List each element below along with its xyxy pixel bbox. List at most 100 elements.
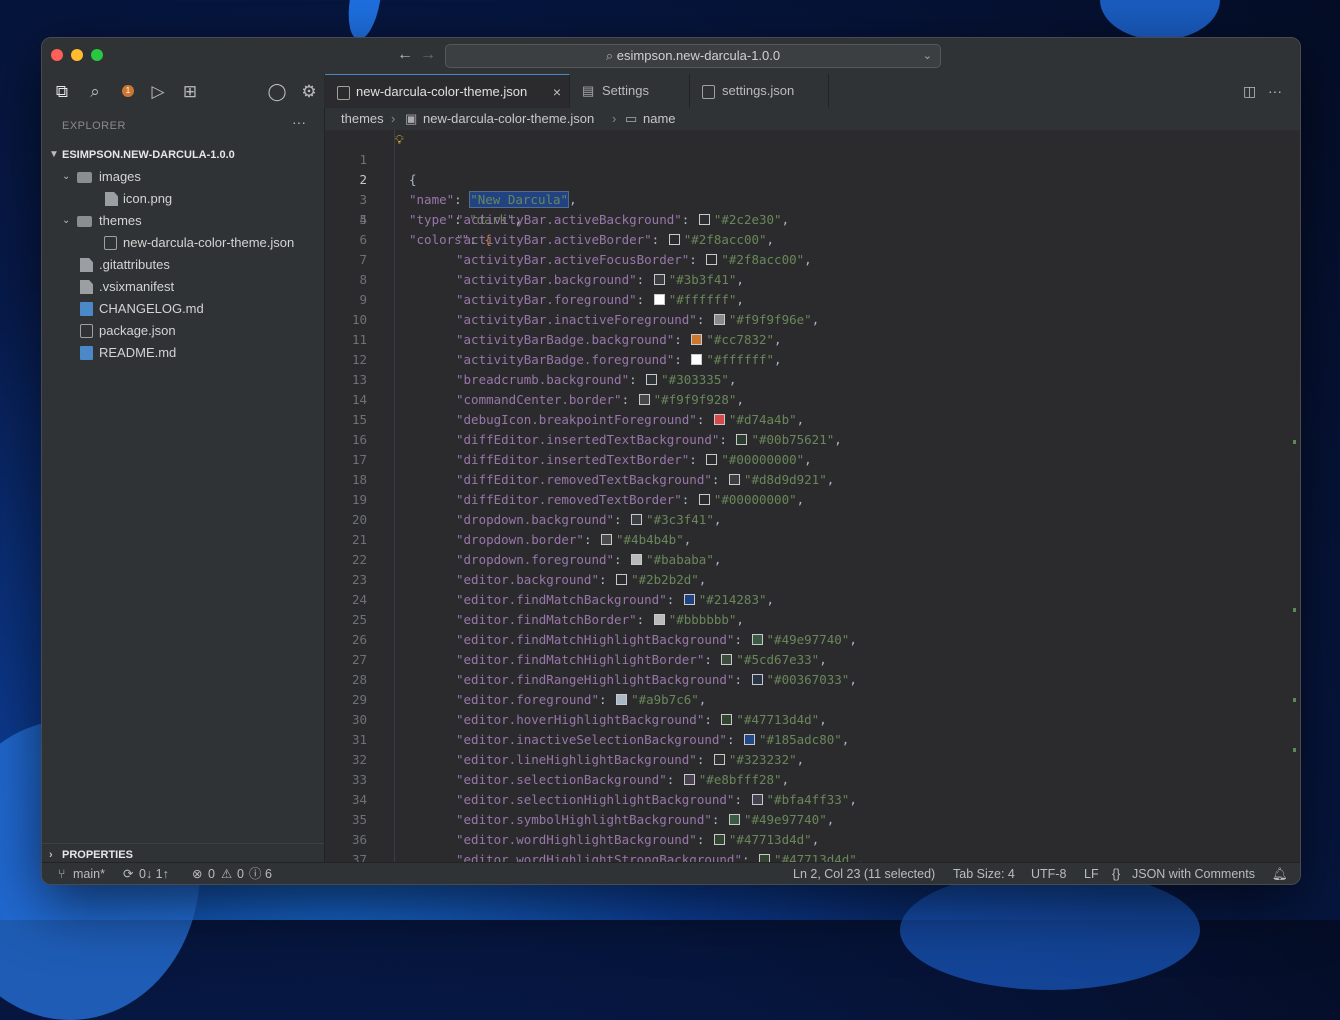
json-key: "editor.symbolHighlightBackground" <box>456 812 712 827</box>
json-value: "#cc7832" <box>706 332 775 347</box>
tree-item-readme[interactable]: README.md <box>42 342 324 364</box>
color-swatch[interactable] <box>713 314 725 325</box>
color-swatch[interactable] <box>728 474 740 485</box>
tab-settings[interactable]: ▤ Settings <box>570 74 690 108</box>
color-swatch[interactable] <box>713 834 725 845</box>
close-window-button[interactable] <box>51 49 63 61</box>
line-number: 6 <box>359 232 367 247</box>
more-actions-icon[interactable]: ··· <box>1268 83 1282 99</box>
file-icon <box>80 280 93 294</box>
color-swatch[interactable] <box>721 714 733 725</box>
tab-size[interactable]: Tab Size: 4 <box>953 863 1015 884</box>
warning-count[interactable]: 0 <box>237 863 244 884</box>
color-swatch[interactable] <box>668 234 680 245</box>
json-key: "dropdown.background" <box>456 512 615 527</box>
line-number: 28 <box>351 672 367 687</box>
tree-item-label: themes <box>99 213 142 228</box>
maximize-window-button[interactable] <box>91 49 103 61</box>
color-swatch[interactable] <box>616 694 628 705</box>
color-swatch[interactable] <box>691 334 703 345</box>
color-swatch[interactable] <box>698 494 710 505</box>
tree-item-vsixmanifest[interactable]: .vsixmanifest <box>42 276 324 298</box>
color-swatch[interactable] <box>728 814 740 825</box>
tab-bar: new-darcula-color-theme.json × ▤ Setting… <box>325 74 1300 109</box>
run-debug-icon[interactable]: ▷ <box>148 82 168 102</box>
code-editor[interactable]: 1 { 💡︎ 2 "name": "New Darcula", 3 "type"… <box>325 130 1300 865</box>
color-swatch[interactable] <box>646 374 658 385</box>
forward-arrow-icon[interactable]: → <box>420 46 436 64</box>
more-actions-icon[interactable]: ··· <box>292 114 306 130</box>
back-arrow-icon[interactable]: ← <box>397 46 413 64</box>
tab-settings-json[interactable]: settings.json <box>690 74 829 108</box>
chevron-right-icon: › <box>391 111 396 126</box>
code-text: "activityBar.foreground": "#ffffff", <box>456 292 744 307</box>
split-editor-icon[interactable]: ◫ <box>1243 83 1256 100</box>
breadcrumb-item[interactable]: name <box>643 108 676 130</box>
cursor-position[interactable]: Ln 2, Col 23 (11 selected) <box>793 863 935 884</box>
line-number: 14 <box>351 392 367 407</box>
tree-item-package-json[interactable]: package.json <box>42 320 324 342</box>
sync-status[interactable]: 0↓ 1↑ <box>139 863 169 884</box>
color-swatch[interactable] <box>653 274 665 285</box>
tree-item-theme-json[interactable]: new-darcula-color-theme.json <box>42 232 324 254</box>
color-swatch[interactable] <box>638 394 650 405</box>
color-swatch[interactable] <box>706 254 718 265</box>
search-view-icon[interactable]: ⌕ <box>85 82 105 102</box>
scrollbar-marker <box>1293 440 1296 444</box>
breadcrumb-item[interactable]: new-darcula-color-theme.json <box>423 108 594 130</box>
json-value: "#2f8acc00" <box>683 232 767 247</box>
code-text: "editor.findMatchHighlightBorder": "#5cd… <box>456 652 827 667</box>
code-text: "diffEditor.insertedTextBorder": "#00000… <box>456 452 812 467</box>
tab-theme-json[interactable]: new-darcula-color-theme.json × <box>325 74 570 108</box>
color-swatch[interactable] <box>736 434 748 445</box>
title-bar: ← → ⌕ esimpson.new-darcula-1.0.0 ⌄ <box>42 38 1300 75</box>
end-of-line[interactable]: LF <box>1084 863 1099 884</box>
close-icon[interactable]: × <box>553 75 561 109</box>
color-swatch[interactable] <box>751 634 763 645</box>
tree-item-icon-png[interactable]: icon.png <box>42 188 324 210</box>
breadcrumb-item[interactable]: themes <box>341 108 384 130</box>
color-swatch[interactable] <box>631 554 643 565</box>
color-swatch[interactable] <box>601 534 612 545</box>
color-swatch[interactable] <box>653 294 665 305</box>
color-swatch[interactable] <box>653 614 665 625</box>
color-swatch[interactable] <box>616 574 628 585</box>
bell-icon[interactable]: 🔔︎ <box>1272 863 1288 884</box>
color-swatch[interactable] <box>751 674 763 685</box>
error-count[interactable]: 0 <box>208 863 215 884</box>
color-swatch[interactable] <box>751 794 763 805</box>
color-swatch[interactable] <box>706 454 718 465</box>
lightbulb-icon[interactable]: 💡︎ <box>395 130 404 150</box>
color-swatch[interactable] <box>713 754 725 765</box>
tree-item-label: package.json <box>99 323 176 338</box>
color-swatch[interactable] <box>721 654 733 665</box>
workspace-root[interactable]: ▼ ESIMPSON.NEW-DARCULA-1.0.0 <box>42 144 324 166</box>
color-swatch[interactable] <box>698 214 710 225</box>
code-line: 3 "type": "dark", <box>325 170 521 227</box>
color-swatch[interactable] <box>691 354 703 365</box>
code-text: "activityBar.background": "#3b3f41", <box>456 272 744 287</box>
branch-status[interactable]: main* <box>73 863 105 884</box>
color-swatch[interactable] <box>744 734 755 745</box>
command-center[interactable]: ⌕ esimpson.new-darcula-1.0.0 ⌄ <box>445 44 941 68</box>
tree-item-themes[interactable]: ⌄ themes <box>42 210 324 232</box>
info-count[interactable]: 6 <box>265 863 272 884</box>
account-icon[interactable]: ◯ <box>267 82 287 102</box>
tree-item-changelog[interactable]: CHANGELOG.md <box>42 298 324 320</box>
color-swatch[interactable] <box>631 514 643 525</box>
json-value: "#00000000" <box>713 492 797 507</box>
gear-icon[interactable]: ⚙ <box>299 82 319 102</box>
chevron-down-icon[interactable]: ⌄ <box>923 45 932 67</box>
color-swatch[interactable] <box>683 774 695 785</box>
sidebar-title: EXPLORER <box>62 120 126 132</box>
color-swatch[interactable] <box>713 414 725 425</box>
markdown-file-icon <box>80 302 93 316</box>
minimize-window-button[interactable] <box>71 49 83 61</box>
language-mode[interactable]: JSON with Comments <box>1132 863 1255 884</box>
tree-item-gitattributes[interactable]: .gitattributes <box>42 254 324 276</box>
color-swatch[interactable] <box>683 594 695 605</box>
tree-item-images[interactable]: ⌄ images <box>42 166 324 188</box>
explorer-icon[interactable]: ⧉ <box>52 82 72 102</box>
extensions-icon[interactable]: ⊞ <box>180 82 200 102</box>
encoding[interactable]: UTF-8 <box>1031 863 1066 884</box>
